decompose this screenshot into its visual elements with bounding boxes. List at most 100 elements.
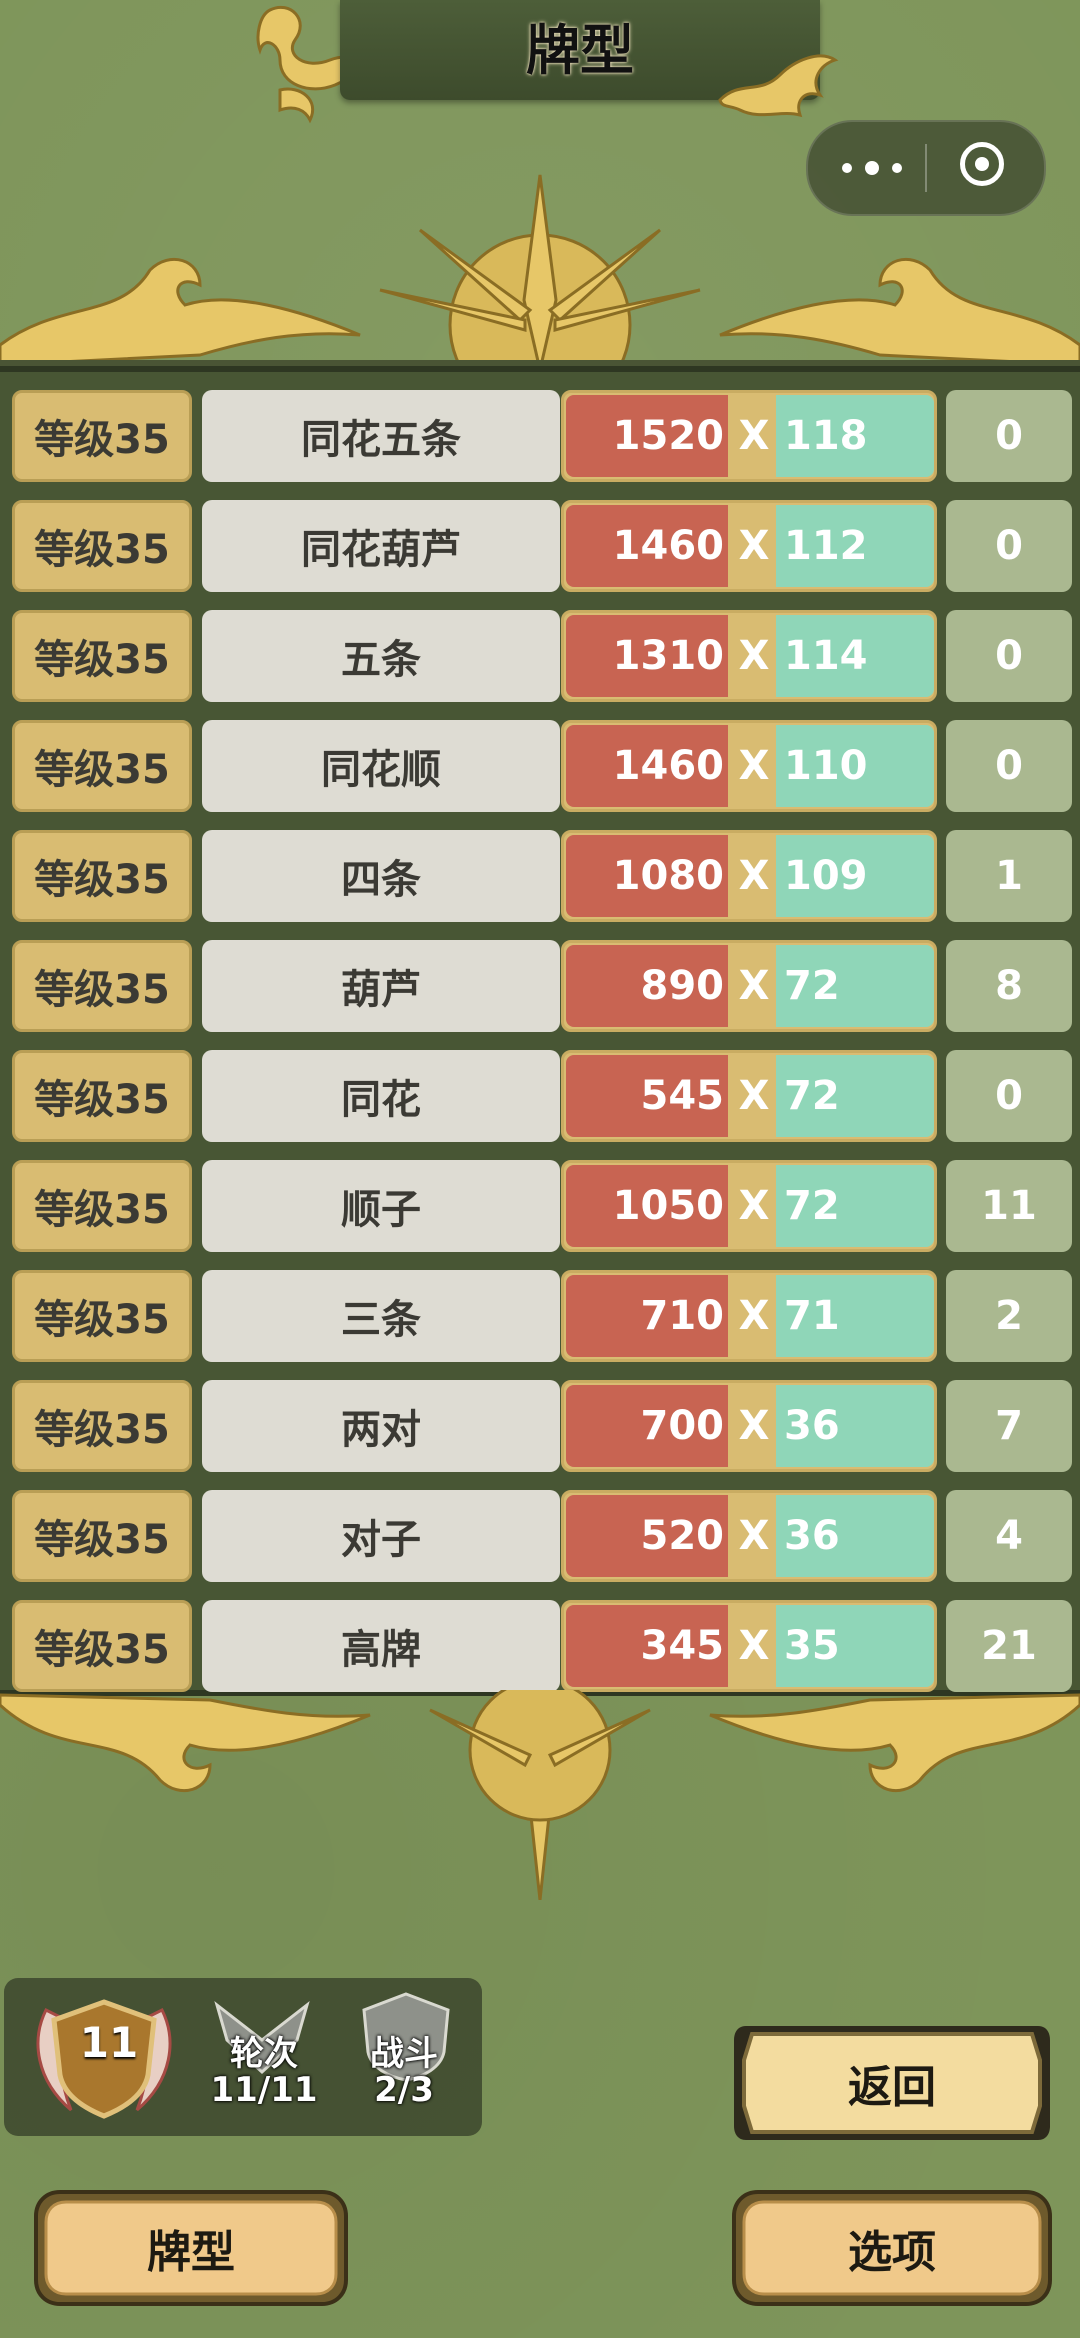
hand-play-count: 4 <box>946 1490 1072 1582</box>
hand-name: 四条 <box>202 830 560 922</box>
hand-mult: 72 <box>776 1165 934 1247</box>
hand-mult: 36 <box>776 1385 934 1467</box>
hand-mult: 112 <box>776 505 934 587</box>
hand-level: 等级35 <box>12 1600 192 1692</box>
hand-play-count: 7 <box>946 1380 1072 1472</box>
multiply-sign: X <box>738 853 770 899</box>
hand-level: 等级35 <box>12 830 192 922</box>
top-ornament <box>0 174 1080 380</box>
hand-chips: 890 <box>566 945 728 1027</box>
hand-play-count: 0 <box>946 720 1072 812</box>
hand-play-count: 11 <box>946 1160 1072 1252</box>
options-button[interactable]: 选项 <box>728 2186 1056 2310</box>
hand-types-button-label: 牌型 <box>147 2227 235 2278</box>
hand-type-row: 等级35 对子 520 X 36 4 <box>8 1490 1072 1582</box>
hand-score: 710 X 71 <box>561 1270 937 1362</box>
back-button[interactable]: 返回 <box>728 2020 1056 2146</box>
multiply-sign: X <box>738 743 770 789</box>
hand-type-row: 等级35 五条 1310 X 114 0 <box>8 610 1072 702</box>
hand-level: 等级35 <box>12 1270 192 1362</box>
back-button-label: 返回 <box>848 2062 936 2113</box>
hand-type-row: 等级35 四条 1080 X 109 1 <box>8 830 1072 922</box>
hand-mult: 71 <box>776 1275 934 1357</box>
hand-chips: 1460 <box>566 505 728 587</box>
hand-name: 对子 <box>202 1490 560 1582</box>
run-status-panel: 11 轮次 11/11 战斗 2/3 <box>4 1978 482 2136</box>
hand-level: 等级35 <box>12 720 192 812</box>
hand-name: 顺子 <box>202 1160 560 1252</box>
hand-level: 等级35 <box>12 940 192 1032</box>
hand-score: 545 X 72 <box>561 1050 937 1142</box>
hand-chips: 1520 <box>566 395 728 477</box>
battle-value: 2/3 <box>374 2070 434 2110</box>
hand-mult: 72 <box>776 1055 934 1137</box>
hand-name: 两对 <box>202 1380 560 1472</box>
hand-level: 等级35 <box>12 1380 192 1472</box>
hand-mult: 36 <box>776 1495 934 1577</box>
hand-chips: 1080 <box>566 835 728 917</box>
hand-chips: 700 <box>566 1385 728 1467</box>
hand-play-count: 0 <box>946 1050 1072 1142</box>
hand-type-row: 等级35 两对 700 X 36 7 <box>8 1380 1072 1472</box>
hand-name: 同花 <box>202 1050 560 1142</box>
hand-type-row: 等级35 顺子 1050 X 72 11 <box>8 1160 1072 1252</box>
hand-play-count: 0 <box>946 390 1072 482</box>
hand-type-row: 等级35 同花五条 1520 X 118 0 <box>8 390 1072 482</box>
multiply-sign: X <box>738 1183 770 1229</box>
multiply-sign: X <box>738 1513 770 1559</box>
hand-score: 1080 X 109 <box>561 830 937 922</box>
hand-chips: 345 <box>566 1605 728 1687</box>
hand-score: 520 X 36 <box>561 1490 937 1582</box>
hand-play-count: 2 <box>946 1270 1072 1362</box>
hand-mult: 72 <box>776 945 934 1027</box>
multiply-sign: X <box>738 1623 770 1669</box>
hand-play-count: 0 <box>946 500 1072 592</box>
hand-chips: 1050 <box>566 1165 728 1247</box>
hand-level: 等级35 <box>12 1160 192 1252</box>
hand-level: 等级35 <box>12 500 192 592</box>
hand-name: 三条 <box>202 1270 560 1362</box>
multiply-sign: X <box>738 1073 770 1119</box>
hand-mult: 110 <box>776 725 934 807</box>
hand-mult: 109 <box>776 835 934 917</box>
hand-play-count: 1 <box>946 830 1072 922</box>
multiply-sign: X <box>738 633 770 679</box>
player-level: 11 <box>79 2018 139 2067</box>
hand-mult: 118 <box>776 395 934 477</box>
hand-name: 高牌 <box>202 1600 560 1692</box>
hand-types-button[interactable]: 牌型 <box>30 2186 352 2310</box>
hand-score: 1460 X 110 <box>561 720 937 812</box>
multiply-sign: X <box>738 963 770 1009</box>
hand-types-table: 等级35 同花五条 1520 X 118 0 等级35 同花葫芦 1460 X 112 0 等级35 五条… <box>0 366 1080 1696</box>
hand-chips: 545 <box>566 1055 728 1137</box>
hand-play-count: 21 <box>946 1600 1072 1692</box>
multiply-sign: X <box>738 1403 770 1449</box>
hand-chips: 710 <box>566 1275 728 1357</box>
hand-type-row: 等级35 三条 710 X 71 2 <box>8 1270 1072 1362</box>
hand-level: 等级35 <box>12 1490 192 1582</box>
hand-type-row: 等级35 同花 545 X 72 0 <box>8 1050 1072 1142</box>
hand-level: 等级35 <box>12 610 192 702</box>
hand-score: 890 X 72 <box>561 940 937 1032</box>
hand-chips: 520 <box>566 1495 728 1577</box>
hand-mult: 35 <box>776 1605 934 1687</box>
round-value: 11/11 <box>210 2070 318 2110</box>
hand-type-row: 等级35 葫芦 890 X 72 8 <box>8 940 1072 1032</box>
hand-chips: 1310 <box>566 615 728 697</box>
hand-score: 1520 X 118 <box>561 390 937 482</box>
bottom-ornament <box>0 1690 1080 1900</box>
hand-play-count: 0 <box>946 610 1072 702</box>
round-label: 轮次 <box>230 2034 298 2074</box>
hand-score: 345 X 35 <box>561 1600 937 1692</box>
hand-name: 同花葫芦 <box>202 500 560 592</box>
hand-type-row: 等级35 高牌 345 X 35 21 <box>8 1600 1072 1692</box>
hand-name: 葫芦 <box>202 940 560 1032</box>
hand-score: 700 X 36 <box>561 1380 937 1472</box>
hand-score: 1310 X 114 <box>561 610 937 702</box>
hand-level: 等级35 <box>12 1050 192 1142</box>
gold-flourish-right-icon <box>718 54 839 118</box>
hand-play-count: 8 <box>946 940 1072 1032</box>
hand-type-row: 等级35 同花葫芦 1460 X 112 0 <box>8 500 1072 592</box>
hand-name: 五条 <box>202 610 560 702</box>
multiply-sign: X <box>738 523 770 569</box>
